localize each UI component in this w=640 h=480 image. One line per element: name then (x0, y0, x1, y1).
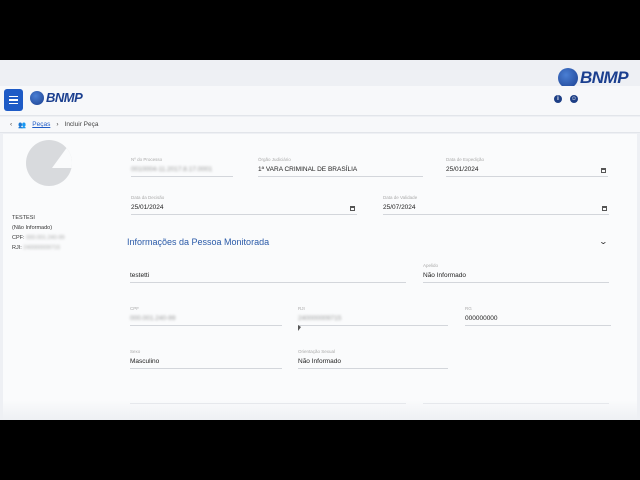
header-actions: i ☺ (554, 95, 578, 103)
breadcrumb-pecas[interactable]: Peças (32, 121, 50, 128)
logo-text: BNMP (46, 90, 83, 105)
nickname-field[interactable]: Apelido Não Informado (423, 263, 609, 283)
sex-field[interactable]: Sexo Masculino (130, 349, 282, 369)
field-value: 000.001.240-99 (130, 315, 176, 322)
person-summary: TESTESI (Não Informado) CPF: 000.001.240… (12, 213, 65, 253)
calendar-icon[interactable] (601, 168, 606, 173)
field-label: Orientação Sexual (298, 349, 336, 354)
field-value: 25/01/2024 (131, 204, 164, 211)
name-field[interactable]: testetti (130, 263, 406, 283)
cpf-value: 000.001.240-99 (26, 235, 65, 241)
top-bar: BNMP i ☺ (0, 86, 640, 116)
rji-value: 240000009715 (23, 245, 61, 251)
users-icon: 👥 (18, 121, 27, 129)
bnmp-emblem-icon (30, 90, 44, 105)
mouse-cursor-icon (298, 325, 301, 331)
form-content: TESTESI (Não Informado) CPF: 000.001.240… (3, 134, 637, 420)
sexual-orientation-field[interactable]: Orientação Sexual Não Informado (298, 349, 448, 369)
field-value: Masculino (130, 358, 160, 365)
field-value: 25/01/2024 (446, 166, 479, 173)
avatar (26, 140, 72, 186)
field-label: Data de Validade (383, 195, 418, 200)
person-mother: (Não Informado) (12, 225, 53, 231)
field-label: Sexo (130, 349, 141, 354)
rji-field[interactable]: RJI 240000009715 (298, 306, 448, 326)
validity-date-field[interactable]: Data de Validade 25/07/2024 (383, 195, 609, 215)
field-value: 1ª VARA CRIMINAL DE BRASÍLIA (258, 166, 358, 173)
field-value: 240000009715 (298, 315, 342, 322)
issue-date-field[interactable]: Data de Expedição 25/01/2024 (446, 157, 608, 177)
field-value: testetti (130, 272, 150, 279)
decision-date-field[interactable]: Data da Decisão 25/01/2024 (131, 195, 357, 215)
field-label: CPF (130, 306, 139, 311)
breadcrumb-separator-icon: › (56, 121, 59, 128)
field-value: Não Informado (423, 272, 466, 279)
breadcrumb-incluir-peca: Incluir Peça (64, 121, 99, 128)
field-label: Data de Expedição (446, 157, 485, 162)
field-label: RG (465, 306, 472, 311)
field-label: Nº do Processo (131, 157, 163, 162)
chevron-left-icon[interactable]: ‹ (10, 121, 12, 128)
person-name: TESTESI (12, 215, 35, 221)
info-icon[interactable]: i (554, 95, 562, 103)
field-value: 0010004-11.2017.8.17.0001 (131, 166, 213, 173)
bnmp-emblem-icon (558, 68, 578, 88)
process-number-field[interactable]: Nº do Processo 0010004-11.2017.8.17.0001 (131, 157, 233, 177)
rji-label: RJI: (12, 245, 22, 251)
bottom-fade (0, 400, 640, 420)
field-label: RJI (298, 306, 305, 311)
field-label: Apelido (423, 263, 439, 268)
judicial-body-field[interactable]: Órgão Judiciário 1ª VARA CRIMINAL DE BRA… (258, 157, 423, 177)
menu-button[interactable] (4, 89, 23, 111)
app-window: BNMP Banco Nacional de Medidas Penais e … (0, 60, 640, 420)
section-title: Informações da Pessoa Monitorada (127, 237, 270, 247)
field-label: Órgão Judiciário (258, 157, 291, 162)
bnmp-logo-large: BNMP Banco Nacional de Medidas Penais e … (558, 68, 632, 96)
field-value: 25/07/2024 (383, 204, 416, 211)
field-label: Data da Decisão (131, 195, 165, 200)
field-value: 000000000 (465, 315, 498, 322)
cpf-label: CPF: (12, 235, 25, 241)
rg-field[interactable]: RG 000000000 (465, 306, 611, 326)
menu-icon (9, 95, 18, 98)
accessibility-icon[interactable]: ☺ (570, 95, 578, 103)
cpf-field[interactable]: CPF 000.001.240-99 (130, 306, 282, 326)
bnmp-logo[interactable]: BNMP (30, 90, 83, 105)
breadcrumb: ‹ 👥 Peças › Incluir Peça (0, 117, 640, 133)
calendar-icon[interactable] (350, 206, 355, 211)
chevron-down-icon[interactable]: ⌄ (599, 237, 608, 246)
logo-text: BNMP (580, 68, 629, 87)
calendar-icon[interactable] (602, 206, 607, 211)
field-value: Não Informado (298, 358, 341, 365)
